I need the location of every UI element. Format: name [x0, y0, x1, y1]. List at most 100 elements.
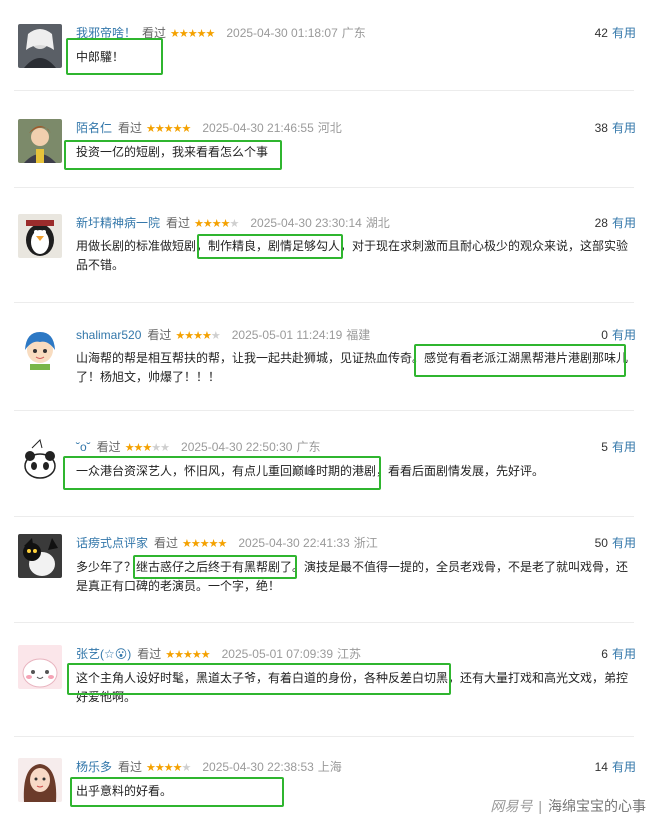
- review-location: 江苏: [337, 647, 362, 661]
- review-time: 2025-04-30 22:38:53: [202, 760, 314, 774]
- vote-count: 42: [594, 26, 608, 40]
- star-rating: ★★★★★: [146, 123, 191, 135]
- review-meta: 张艺(☆😮) 看过 ★★★★★ 2025-05-01 07:09:39 江苏: [76, 645, 361, 663]
- watch-status: 看过: [137, 647, 162, 661]
- divider: [14, 187, 634, 188]
- useful-vote[interactable]: 38 有用: [595, 119, 636, 137]
- review-content: 投资一亿的短剧，我来看看怎么个事: [76, 143, 638, 162]
- username-link[interactable]: 陌名仁: [76, 121, 112, 135]
- username-link[interactable]: 杨乐多: [76, 760, 112, 774]
- useful-vote[interactable]: 50 有用: [595, 534, 636, 552]
- highlighted-text: 投资一亿的短剧，我来看看怎么个事: [76, 145, 269, 159]
- divider: [14, 302, 634, 303]
- highlighted-text: 中郎驩！: [76, 50, 125, 64]
- star-rating: ★★★★★: [165, 649, 210, 661]
- review-location: 湖北: [365, 216, 390, 230]
- useful-button[interactable]: 有用: [612, 328, 636, 342]
- watch-status: 看过: [147, 328, 172, 342]
- review-meta: 我邪帝啥！ 看过 ★★★★★ 2025-04-30 01:18:07 广东: [76, 24, 366, 42]
- review-location: 上海: [317, 760, 342, 774]
- watermark-account: 海绵宝宝的心事: [548, 798, 646, 814]
- useful-button[interactable]: 有用: [612, 26, 636, 40]
- watermark-separator: |: [538, 798, 542, 814]
- star-rating: ★★★★★: [175, 330, 220, 342]
- useful-button[interactable]: 有用: [612, 121, 636, 135]
- review-time: 2025-04-30 22:50:30: [181, 440, 293, 454]
- review-time: 2025-05-01 11:24:19: [231, 328, 343, 342]
- review-time: 2025-04-30 21:46:55: [202, 121, 314, 135]
- username-link[interactable]: 我邪帝啥！: [76, 26, 136, 40]
- useful-button[interactable]: 有用: [612, 440, 636, 454]
- review-time: 2025-04-30 23:30:14: [250, 216, 362, 230]
- username-link[interactable]: shalimar520: [76, 328, 141, 342]
- useful-vote[interactable]: 14 有用: [595, 758, 636, 776]
- watch-status: 看过: [118, 760, 143, 774]
- useful-button[interactable]: 有用: [612, 216, 636, 230]
- review-time: 2025-04-30 01:18:07: [226, 26, 338, 40]
- avatar[interactable]: [18, 758, 62, 802]
- review-content: 山海帮的帮是相互帮扶的帮，让我一起共赴狮城，见证热血传奇。感觉有看老派江湖黑帮港…: [76, 351, 629, 384]
- useful-vote[interactable]: 42 有用: [595, 24, 636, 42]
- star-rating: ★★★★★: [194, 218, 239, 230]
- review-location: 广东: [341, 26, 366, 40]
- star-rating: ★★★★★: [124, 442, 170, 454]
- vote-count: 5: [601, 440, 608, 454]
- avatar[interactable]: [18, 534, 62, 578]
- review-meta: 新圩精神病一院 看过 ★★★★★ 2025-04-30 23:30:14 湖北: [76, 214, 390, 232]
- review-content: 多少年了？继古惑仔之后终于有黑帮剧了。演技是最不值得一提的，全员老戏骨，不是老了…: [76, 560, 629, 593]
- divider: [14, 622, 634, 623]
- highlighted-text: 这个主角人设好时髦，黑道太子爷，有着白道的身份，各种反差白切黑，: [76, 671, 461, 685]
- avatar[interactable]: [18, 214, 62, 258]
- highlighted-text: 继古惑仔之后终于有黑帮剧了。: [136, 560, 305, 574]
- highlighted-text: 制作精良，剧情足够勾人: [208, 239, 341, 253]
- avatar[interactable]: [18, 326, 62, 370]
- star-rating: ★★★★★: [146, 762, 191, 774]
- star-rating: ★★★★★: [170, 28, 215, 40]
- vote-count: 28: [594, 216, 608, 230]
- avatar[interactable]: [18, 24, 62, 68]
- useful-button[interactable]: 有用: [612, 536, 636, 550]
- useful-vote[interactable]: 28 有用: [595, 214, 636, 232]
- review-location: 广东: [296, 440, 321, 454]
- review-meta: 话痨式点评家 看过 ★★★★★ 2025-04-30 22:41:33 浙江: [76, 534, 378, 552]
- username-link[interactable]: ˘o˘: [76, 440, 91, 454]
- star-rating: ★★★★★: [182, 538, 227, 550]
- divider: [14, 516, 634, 517]
- useful-button[interactable]: 有用: [612, 760, 636, 774]
- avatar[interactable]: [18, 438, 62, 482]
- divider: [14, 90, 634, 91]
- highlighted-text: 出乎意料的好看。: [76, 784, 173, 798]
- vote-count: 14: [594, 760, 608, 774]
- review-meta: 陌名仁 看过 ★★★★★ 2025-04-30 21:46:55 河北: [76, 119, 342, 137]
- review-time: 2025-05-01 07:09:39: [221, 647, 334, 661]
- vote-count: 6: [601, 647, 608, 661]
- watch-status: 看过: [142, 26, 167, 40]
- avatar[interactable]: [18, 645, 62, 689]
- useful-vote[interactable]: 6 有用: [601, 645, 636, 663]
- review-meta: shalimar520 看过 ★★★★★ 2025-05-01 11:24:19 福建: [76, 326, 370, 344]
- username-link[interactable]: 张艺(☆😮): [76, 647, 131, 661]
- review-content: 用做长剧的标准做短剧，制作精良，剧情足够勾人，对于现在求刺激而且耐心极少的观众来…: [76, 239, 629, 272]
- divider: [14, 736, 634, 737]
- useful-vote[interactable]: 0 有用: [601, 326, 636, 344]
- watch-status: 看过: [154, 536, 179, 550]
- watch-status: 看过: [166, 216, 191, 230]
- review-location: 浙江: [353, 536, 378, 550]
- watch-status: 看过: [118, 121, 143, 135]
- username-link[interactable]: 新圩精神病一院: [76, 216, 160, 230]
- avatar[interactable]: [18, 119, 62, 163]
- review-time: 2025-04-30 22:41:33: [238, 536, 350, 550]
- vote-count: 38: [594, 121, 608, 135]
- watermark-brand: 网易号: [490, 799, 533, 815]
- review-location: 福建: [346, 328, 371, 342]
- username-link[interactable]: 话痨式点评家: [76, 536, 148, 550]
- useful-button[interactable]: 有用: [612, 647, 636, 661]
- watermark: 网易号 | 海绵宝宝的心事: [490, 794, 646, 818]
- vote-count: 0: [601, 328, 608, 342]
- highlighted-text: 一众港台资深艺人，怀旧风，有点儿重回巅峰时期的港剧: [76, 464, 377, 478]
- useful-vote[interactable]: 5 有用: [601, 438, 636, 456]
- vote-count: 50: [594, 536, 608, 550]
- review-location: 河北: [317, 121, 342, 135]
- review-content: 这个主角人设好时髦，黑道太子爷，有着白道的身份，各种反差白切黑，还有大量打戏和高…: [76, 671, 629, 704]
- highlighted-text: 感觉有看老派江湖黑帮港片港剧那味儿: [424, 351, 629, 365]
